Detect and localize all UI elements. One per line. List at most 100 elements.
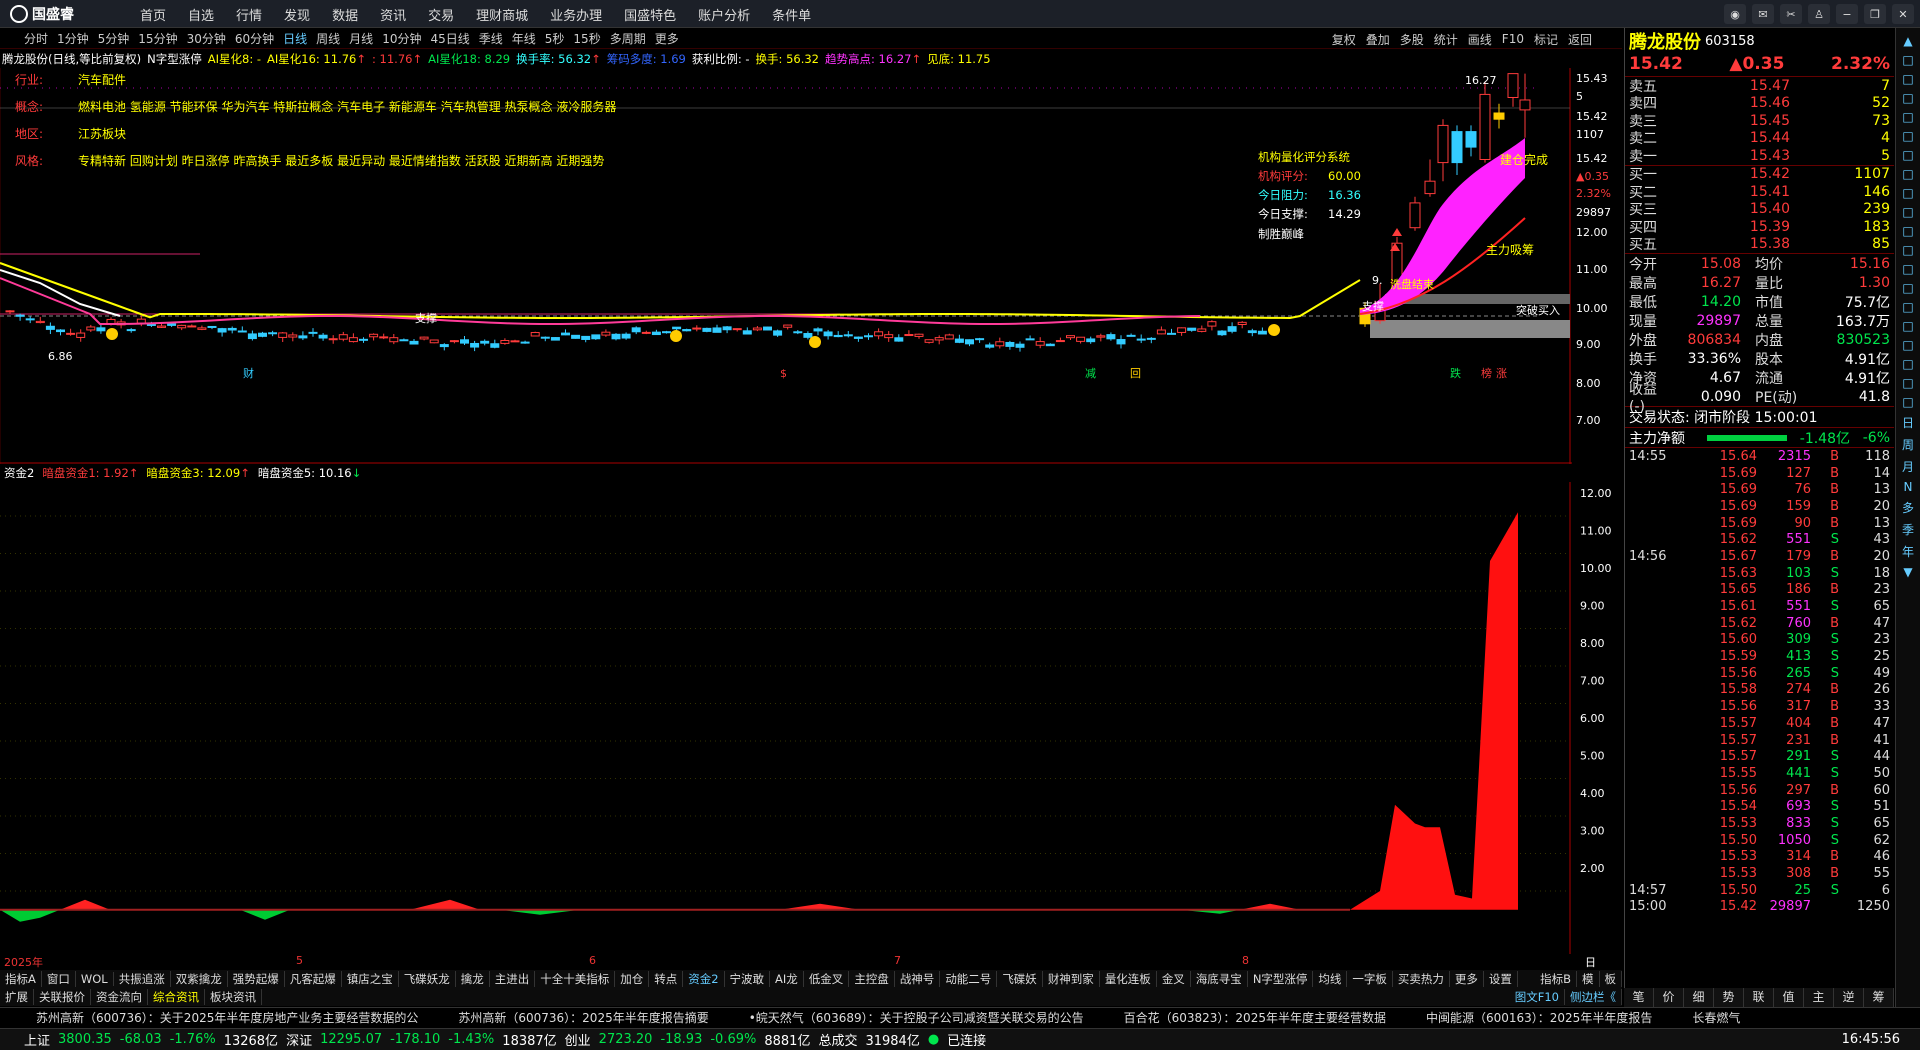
- period-tab[interactable]: 分时: [24, 30, 48, 47]
- sidebar-button[interactable]: 年: [1902, 543, 1914, 560]
- sh-label[interactable]: 上证: [24, 1030, 50, 1049]
- indicator-tab[interactable]: 资金2: [683, 971, 725, 987]
- indicator-tab[interactable]: 转点: [649, 971, 684, 987]
- indicator-tab[interactable]: 战神号: [895, 971, 941, 987]
- menu-item[interactable]: 资讯: [380, 5, 406, 24]
- period-tab[interactable]: 多周期: [610, 30, 646, 47]
- extension-tab-right[interactable]: 侧边栏《: [1565, 989, 1622, 1005]
- indicator-tab[interactable]: 擒龙: [456, 971, 490, 987]
- indicator-tab[interactable]: 镇店之宝: [342, 971, 399, 987]
- chart-tool[interactable]: 画线: [1468, 31, 1492, 48]
- indicator-tab[interactable]: 主控盘: [849, 971, 895, 987]
- sidebar-button[interactable]: □: [1902, 357, 1913, 371]
- sub-indicator-name[interactable]: 资金2: [4, 465, 34, 481]
- sidebar-button[interactable]: □: [1902, 376, 1913, 390]
- indicator-tab-right[interactable]: 板: [1600, 971, 1622, 987]
- indicator-tab[interactable]: 财神到家: [1043, 971, 1100, 987]
- sidebar-button[interactable]: □: [1902, 167, 1913, 181]
- indicator-tab[interactable]: 宁波敢: [725, 971, 771, 987]
- sidebar-button[interactable]: □: [1902, 224, 1913, 238]
- chart-tool[interactable]: 多股: [1400, 31, 1424, 48]
- sidebar-button[interactable]: □: [1902, 110, 1913, 124]
- quote-tab[interactable]: 联: [1744, 988, 1774, 1007]
- bid-row[interactable]: 买四 15.39 183: [1625, 218, 1894, 236]
- quote-tab[interactable]: 值: [1774, 988, 1804, 1007]
- indicator-tab[interactable]: 买卖热力: [1393, 971, 1450, 987]
- ask-row[interactable]: 卖四 15.46 52: [1625, 95, 1894, 112]
- news-item[interactable]: 苏州高新（600736）：2025年半年度报告摘要: [458, 1009, 708, 1026]
- period-tab[interactable]: 10分钟: [382, 30, 421, 47]
- email-icon[interactable]: ✉: [1752, 4, 1774, 24]
- menu-item[interactable]: 首页: [140, 5, 166, 24]
- chat-icon[interactable]: ◉: [1724, 4, 1746, 24]
- sidebar-button[interactable]: □: [1902, 262, 1913, 276]
- menu-item[interactable]: 行情: [236, 5, 262, 24]
- period-tab[interactable]: 1分钟: [57, 30, 89, 47]
- news-item[interactable]: •皖天然气（603689）：关于控股子公司减资暨关联交易的公告: [749, 1009, 1084, 1026]
- indicator-tab[interactable]: 金叉: [1157, 971, 1191, 987]
- period-tab[interactable]: 45日线: [430, 30, 469, 47]
- app-logo[interactable]: 国盛睿: [10, 4, 90, 24]
- chart-tool[interactable]: 标记: [1534, 31, 1558, 48]
- menu-item[interactable]: 发现: [284, 5, 310, 24]
- indicator-tab[interactable]: 均线: [1313, 971, 1348, 987]
- extension-tab[interactable]: 板块资讯: [205, 989, 262, 1005]
- indicator-tab[interactable]: 双紫擒龙: [171, 971, 228, 987]
- fund-flow-chart[interactable]: [0, 482, 1572, 954]
- quote-tab[interactable]: 笔: [1624, 988, 1654, 1007]
- indicator-tab[interactable]: 指标A: [0, 971, 42, 987]
- indicator-name[interactable]: N字型涨停: [147, 51, 202, 67]
- chart-tool[interactable]: 返回: [1568, 31, 1592, 48]
- sidebar-button[interactable]: □: [1902, 129, 1913, 143]
- indicator-tab[interactable]: 飞碟妖: [997, 971, 1043, 987]
- extension-tab[interactable]: 关联报价: [34, 989, 91, 1005]
- menu-item[interactable]: 数据: [332, 5, 358, 24]
- sidebar-button[interactable]: 日: [1902, 414, 1914, 431]
- indicator-tab[interactable]: 动能二号: [940, 971, 998, 987]
- quote-tab[interactable]: 细: [1684, 988, 1714, 1007]
- indicator-tab[interactable]: 十全十美指标: [535, 971, 616, 987]
- bid-row[interactable]: 买二 15.41 146: [1625, 183, 1894, 201]
- sidebar-button[interactable]: 周: [1902, 436, 1914, 453]
- indicator-tab[interactable]: AI龙: [770, 971, 804, 987]
- period-tab[interactable]: 5分钟: [98, 30, 130, 47]
- indicator-tab-right[interactable]: 模: [1577, 971, 1600, 987]
- period-tab[interactable]: 30分钟: [187, 30, 226, 47]
- news-item[interactable]: 长春燃气: [1692, 1009, 1740, 1026]
- news-item[interactable]: 苏州高新（600736）：关于2025年半年度房地产业务主要经营数据的公: [36, 1009, 418, 1026]
- quote-tab[interactable]: 势: [1714, 988, 1744, 1007]
- bid-row[interactable]: 买一 15.42 1107: [1625, 166, 1894, 183]
- indicator-tab[interactable]: 海底寻宝: [1191, 971, 1248, 987]
- indicator-tab[interactable]: 主进出: [490, 971, 536, 987]
- indicator-tab[interactable]: N字型涨停: [1248, 971, 1314, 987]
- indicator-tab[interactable]: 设置: [1484, 971, 1518, 987]
- ask-row[interactable]: 卖三 15.45 73: [1625, 112, 1894, 130]
- quote-tab[interactable]: 筹: [1864, 988, 1894, 1007]
- chart-tool[interactable]: 复权: [1332, 31, 1356, 48]
- sidebar-button[interactable]: □: [1902, 91, 1913, 105]
- sidebar-button[interactable]: □: [1902, 395, 1913, 409]
- period-tab[interactable]: 15秒: [573, 30, 600, 47]
- menu-item[interactable]: 条件单: [772, 5, 811, 24]
- menu-item[interactable]: 自选: [188, 5, 214, 24]
- news-item[interactable]: 中闽能源（600163）：2025年半年度报告: [1426, 1009, 1652, 1026]
- extension-tab[interactable]: 综合资讯: [148, 989, 205, 1005]
- close-icon[interactable]: ✕: [1892, 4, 1914, 24]
- sidebar-button[interactable]: ▼: [1903, 565, 1912, 579]
- quote-tab[interactable]: 主: [1804, 988, 1834, 1007]
- period-tab[interactable]: 年线: [512, 30, 536, 47]
- indicator-tab[interactable]: 更多: [1450, 971, 1484, 987]
- menu-item[interactable]: 账户分析: [698, 5, 750, 24]
- indicator-tab[interactable]: 飞碟妖龙: [399, 971, 456, 987]
- sidebar-button[interactable]: ▲: [1903, 34, 1912, 48]
- period-tab[interactable]: 月线: [349, 30, 373, 47]
- indicator-tab[interactable]: 加仓: [615, 971, 650, 987]
- sidebar-button[interactable]: □: [1902, 243, 1913, 257]
- sidebar-button[interactable]: 多: [1902, 499, 1914, 516]
- sidebar-button[interactable]: □: [1902, 281, 1913, 295]
- menu-item[interactable]: 理财商城: [476, 5, 528, 24]
- stock-title[interactable]: 腾龙股份(日线,等比前复权): [2, 51, 141, 67]
- tshirt-icon[interactable]: ♙: [1808, 4, 1830, 24]
- menu-item[interactable]: 交易: [428, 5, 454, 24]
- bid-row[interactable]: 买三 15.40 239: [1625, 201, 1894, 218]
